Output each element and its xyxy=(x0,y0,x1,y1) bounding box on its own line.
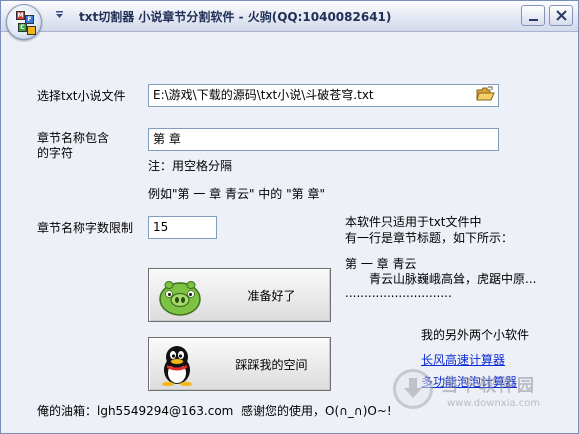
ready-button-label: 准备好了 xyxy=(247,288,296,303)
info-line2: 有一行是章节标题，如下所示： xyxy=(345,231,514,245)
site-watermark: 当下软件园 www.downxia.com xyxy=(389,367,577,433)
qq-penguin-icon xyxy=(162,346,192,386)
footer-email: 俺的油箱：lgh5549294@163.com xyxy=(37,404,234,418)
app-logo-icon[interactable]: M F C xyxy=(6,4,42,40)
chapter-name-label-line1: 章节名称包含 xyxy=(37,131,110,145)
logo-cube-green: C xyxy=(18,23,27,32)
folder-open-icon xyxy=(476,86,495,101)
browse-button[interactable] xyxy=(475,85,497,106)
link-fast-calculator[interactable]: 长风高速计算器 xyxy=(421,351,505,368)
ready-button[interactable]: 准备好了 xyxy=(148,268,331,322)
sample-dots: ............................ xyxy=(345,286,452,300)
logo-cube-yellow xyxy=(27,26,36,35)
download-arrow-icon xyxy=(393,369,433,409)
green-pig-icon xyxy=(159,281,201,316)
chapter-name-note: 注：用空格分隔 xyxy=(148,159,233,173)
visit-space-button-label: 踩踩我的空间 xyxy=(235,357,308,372)
minimize-button[interactable] xyxy=(521,5,545,26)
file-label: 选择txt小说文件 xyxy=(37,89,126,103)
visit-space-button[interactable]: 踩踩我的空间 xyxy=(148,337,331,391)
watermark-subtitle: www.downxia.com xyxy=(447,398,541,409)
sample-body: 青云山脉巍峨高耸，虎踞中原... xyxy=(369,272,537,286)
close-button[interactable] xyxy=(549,5,573,26)
info-line1: 本软件只适用于txt文件中 xyxy=(345,215,482,229)
watermark-title: 当下软件园 xyxy=(441,376,536,396)
main-window: M F C txt切割器 小说章节分割软件 - 火驹(QQ:1040082641… xyxy=(0,0,579,434)
footer-thanks: 感谢您的使用，O(∩_∩)O~! xyxy=(241,404,392,418)
limit-label: 章节名称字数限制 xyxy=(37,221,134,235)
sample-title: 第 一 章 青云 xyxy=(345,257,417,271)
other-software-heading: 我的另外两个小软件 xyxy=(421,328,530,342)
window-title: txt切割器 小说章节分割软件 - 火驹(QQ:1040082641) xyxy=(79,10,392,24)
title-bar: M F C txt切割器 小说章节分割软件 - 火驹(QQ:1040082641… xyxy=(1,1,578,40)
minimize-icon xyxy=(529,19,538,21)
chapter-name-input[interactable]: 第 章 xyxy=(148,128,499,151)
logo-cube-red: M xyxy=(16,11,25,20)
file-path-field[interactable]: E:\游戏\下载的源码\txt小说\斗破苍穹.txt xyxy=(148,84,499,107)
chapter-name-label-line2: 的字符 xyxy=(37,146,74,160)
chapter-name-example: 例如"第 一 章 青云" 中的 "第 章" xyxy=(148,187,325,201)
limit-input[interactable]: 15 xyxy=(148,216,217,239)
close-icon xyxy=(556,10,567,21)
system-menu-arrow-icon[interactable] xyxy=(55,10,64,19)
